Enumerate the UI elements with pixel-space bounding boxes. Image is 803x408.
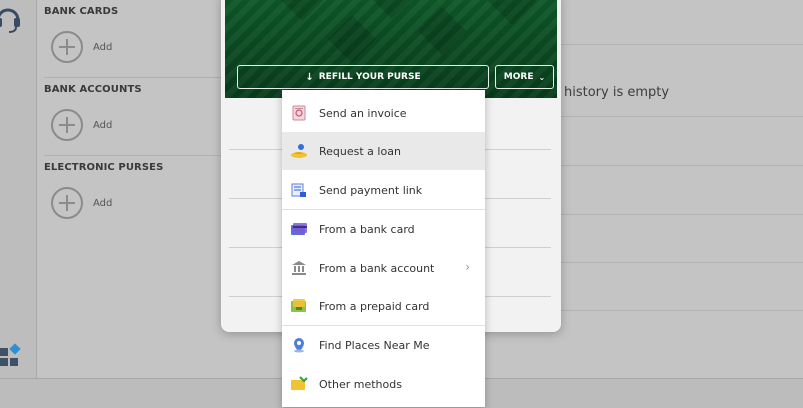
banner-pattern [327,14,377,64]
bank-card-icon [290,220,308,238]
add-bank-card-button[interactable]: Add [51,30,171,64]
menu-item-from-prepaid-card[interactable]: From a prepaid card [282,287,485,325]
menu-item-find-places[interactable]: Find Places Near Me [282,326,485,364]
add-label: Add [93,197,113,209]
row-divider [556,214,803,215]
row-divider [556,44,803,45]
row-divider [556,116,803,117]
map-pin-icon [290,336,308,354]
menu-item-from-bank-card[interactable]: From a bank card [282,210,485,248]
menu-item-label: From a prepaid card [319,299,430,313]
other-methods-icon [290,375,308,393]
menu-item-label: Request a loan [319,144,401,158]
plus-circle-icon [51,187,83,219]
banner-pattern [367,0,417,20]
loan-icon [290,142,308,160]
banner-pattern [487,0,537,26]
apps-grid-icon[interactable] [0,342,22,368]
banner-pattern [417,6,467,56]
menu-item-other-methods[interactable]: Other methods [282,365,485,403]
add-electronic-purse-button[interactable]: Add [51,186,171,220]
refill-purse-button[interactable]: ↓ REFILL YOUR PURSE [237,65,489,89]
prepaid-card-icon [290,297,308,315]
plus-circle-icon [51,31,83,63]
section-title-bank-accounts: BANK ACCOUNTS [44,84,142,95]
left-rail [0,0,37,378]
section-divider [44,77,230,78]
history-panel: history is empty [556,0,803,378]
chevron-right-icon: › [465,260,470,274]
chevron-down-icon: ⌄ [538,72,546,82]
menu-item-send-invoice[interactable]: Send an invoice [282,94,485,132]
purse-banner: ↓ REFILL YOUR PURSE MORE ⌄ [225,0,557,98]
funding-sources-panel: BANK CARDS Add BANK ACCOUNTS Add ELECTRO… [37,0,230,378]
menu-item-send-payment-link[interactable]: Send payment link [282,171,485,209]
refill-label: REFILL YOUR PURSE [318,72,421,82]
add-label: Add [93,119,113,131]
plus-circle-icon [51,109,83,141]
menu-item-from-bank-account[interactable]: From a bank account › [282,249,485,287]
support-headset-icon[interactable] [0,4,22,34]
menu-item-label: Other methods [319,377,402,391]
menu-item-label: Send an invoice [319,106,407,120]
add-label: Add [93,41,113,53]
row-divider [556,310,803,311]
row-divider [556,262,803,263]
history-empty-text: history is empty [564,85,670,100]
menu-item-label: Find Places Near Me [319,338,430,352]
arrow-down-icon: ↓ [305,71,314,83]
section-title-bank-cards: BANK CARDS [44,6,119,17]
section-divider [44,155,230,156]
menu-item-label: From a bank card [319,222,415,236]
add-bank-account-button[interactable]: Add [51,108,171,142]
menu-item-label: From a bank account [319,261,435,275]
bank-icon [290,259,308,277]
more-button[interactable]: MORE ⌄ [495,65,554,89]
invoice-icon [290,104,308,122]
banner-pattern [277,0,327,22]
payment-link-icon [290,181,308,199]
menu-item-request-loan[interactable]: Request a loan [282,132,485,170]
more-dropdown-menu: Send an invoice Request a loan Send paym… [282,90,485,407]
row-divider [556,165,803,166]
more-label: MORE [503,72,534,82]
section-title-electronic-purses: ELECTRONIC PURSES [44,162,164,173]
menu-item-label: Send payment link [319,183,423,197]
